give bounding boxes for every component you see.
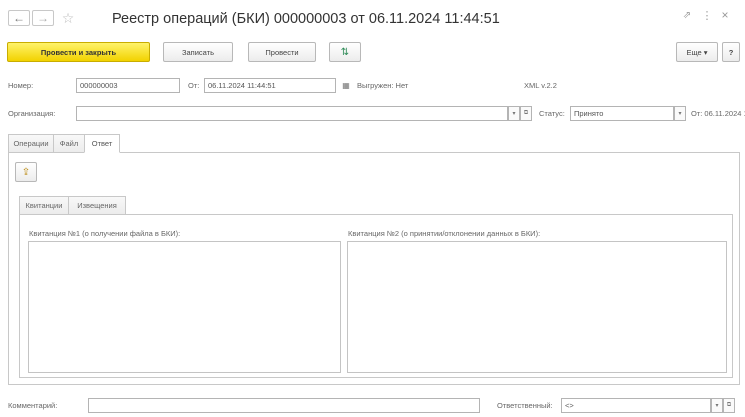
organization-open-button[interactable]: ⧉ (520, 106, 532, 121)
status-dropdown-button[interactable]: ▾ (674, 106, 686, 121)
date-field[interactable]: 06.11.2024 11:44:51 (204, 78, 336, 93)
forward-button[interactable]: → (32, 10, 54, 26)
open-link-icon: ⧉ (726, 402, 732, 408)
tab-file[interactable]: Файл (53, 134, 85, 153)
favorite-star-icon[interactable]: ☆ (60, 10, 76, 26)
post-button[interactable]: Провести (248, 42, 316, 62)
number-field[interactable]: 000000003 (76, 78, 180, 93)
comment-label: Комментарий: (8, 401, 58, 410)
tab-operations[interactable]: Операции (8, 134, 54, 153)
external-link-icon[interactable]: ⇗ (680, 8, 694, 22)
upload-icon: ⇪ (21, 166, 31, 178)
subtab-notices[interactable]: Извещения (68, 196, 126, 215)
subtab-receipts[interactable]: Квитанции (19, 196, 69, 215)
structure-icon: ⇅ (340, 46, 350, 58)
organization-label: Организация: (8, 109, 56, 118)
receipt-1-box[interactable] (28, 241, 341, 373)
date-label: От: (188, 81, 200, 90)
save-button[interactable]: Записать (163, 42, 233, 62)
status-label: Статус: (539, 109, 565, 118)
status-date-label: От: 06.11.2024 11:58:02 (691, 109, 745, 118)
number-label: Номер: (8, 81, 34, 90)
responsible-open-button[interactable]: ⧉ (723, 398, 735, 413)
xml-version-label: XML v.2.2 (524, 81, 557, 90)
load-file-button[interactable]: ⇪ (15, 162, 37, 182)
responsible-dropdown-button[interactable]: ▾ (711, 398, 723, 413)
forward-arrow-icon: → (37, 11, 49, 25)
more-menu-icon[interactable]: ⋮ (700, 8, 714, 22)
help-button[interactable]: ? (722, 42, 740, 62)
receipt-1-label: Квитанция №1 (о получении файла в БКИ): (29, 229, 181, 238)
open-link-icon: ⧉ (523, 110, 529, 116)
chevron-down-icon: ▾ (678, 111, 682, 117)
more-button[interactable]: Еще ▾ (676, 42, 718, 62)
responsible-field[interactable]: <> (561, 398, 711, 413)
post-and-close-button[interactable]: Провести и закрыть (7, 42, 150, 62)
close-icon[interactable]: × (718, 8, 732, 22)
status-field[interactable]: Принято (570, 106, 674, 121)
tab-answer[interactable]: Ответ (84, 134, 120, 153)
back-button[interactable]: ← (8, 10, 30, 26)
calendar-button[interactable]: ▦ (340, 78, 352, 93)
back-arrow-icon: ← (13, 11, 25, 25)
responsible-label: Ответственный: (497, 401, 553, 410)
chevron-down-icon: ▾ (512, 111, 516, 117)
calendar-icon: ▦ (342, 81, 350, 90)
organization-field[interactable] (76, 106, 508, 121)
upload-status-label: Выгружен: Нет (357, 81, 409, 90)
chevron-down-icon: ▾ (715, 403, 719, 409)
structure-button[interactable]: ⇅ (329, 42, 361, 62)
organization-dropdown-button[interactable]: ▾ (508, 106, 520, 121)
comment-field[interactable] (88, 398, 480, 413)
receipt-2-label: Квитанция №2 (о принятии/отклонении данн… (348, 229, 541, 238)
window-title: Реестр операций (БКИ) 000000003 от 06.11… (112, 11, 500, 27)
receipt-2-box[interactable] (347, 241, 727, 373)
